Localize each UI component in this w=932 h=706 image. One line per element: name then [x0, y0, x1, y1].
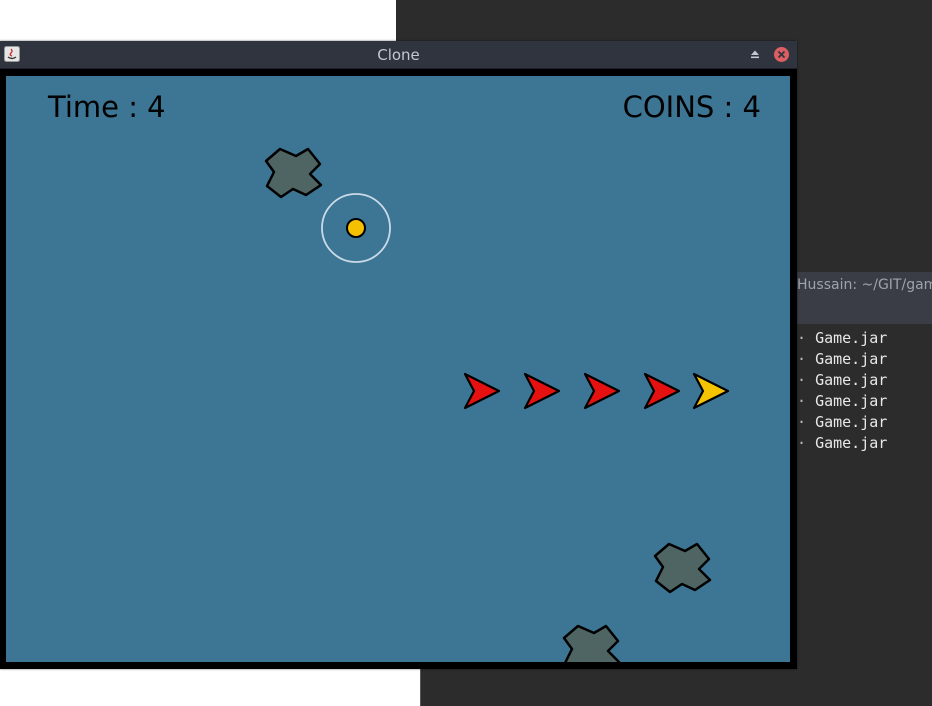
asteroid	[562, 624, 621, 662]
game-frame: Time : 4 COINS : 4	[0, 69, 797, 669]
asteroid	[264, 147, 323, 199]
coin	[346, 218, 366, 238]
enemy-arrow	[463, 372, 501, 410]
terminal-line: · Game.jar	[797, 434, 888, 452]
enemy-arrow	[523, 372, 561, 410]
asteroid	[653, 542, 712, 594]
close-button[interactable]	[774, 47, 789, 62]
game-scene	[264, 147, 730, 662]
window-title: Clone	[377, 46, 420, 64]
terminal-line: · Game.jar	[797, 413, 888, 431]
terminal-output: · Game.jar · Game.jar · Game.jar · Game.…	[797, 328, 932, 454]
player-ship	[692, 372, 730, 410]
enemy-arrow	[643, 372, 681, 410]
terminal-line: · Game.jar	[797, 392, 888, 410]
game-canvas[interactable]: Time : 4 COINS : 4	[6, 76, 790, 662]
close-icon	[777, 50, 786, 59]
eject-icon[interactable]	[748, 47, 762, 61]
terminal-line: · Game.jar	[797, 350, 888, 368]
terminal-line: · Game.jar	[797, 371, 888, 389]
background-document-bottom	[0, 668, 421, 706]
game-window[interactable]: Clone Time : 4 COINS : 4	[0, 41, 797, 669]
window-titlebar[interactable]: Clone	[0, 41, 797, 69]
terminal-title: Hussain: ~/GIT/gam	[797, 277, 932, 293]
terminal-line: · Game.jar	[797, 329, 888, 347]
enemy-arrow	[583, 372, 621, 410]
